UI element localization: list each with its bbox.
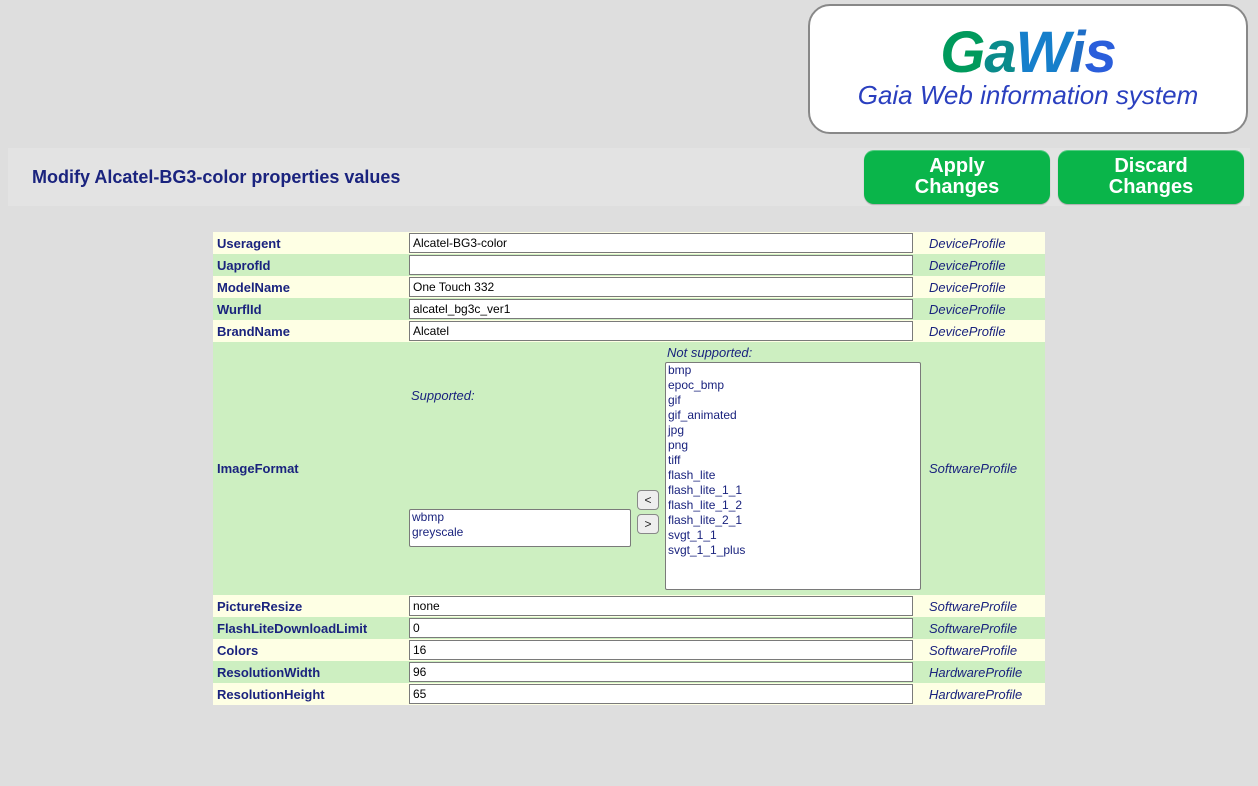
property-label: ModelName [213, 276, 405, 298]
property-row: WurflId DeviceProfile [213, 298, 1045, 320]
supported-label: Supported: [409, 388, 631, 403]
logo-char: W [1016, 24, 1070, 82]
logo-char: a [984, 24, 1015, 82]
property-label: Useragent [213, 232, 405, 254]
not-supported-list[interactable]: bmpepoc_bmpgifgif_animatedjpgpngtiffflas… [665, 362, 921, 590]
property-value-cell [405, 661, 925, 683]
property-value-cell [405, 595, 925, 617]
property-label: ResolutionWidth [213, 661, 405, 683]
not-supported-label: Not supported: [665, 345, 921, 360]
discard-changes-button[interactable]: Discard Changes [1058, 150, 1244, 204]
property-label: WurflId [213, 298, 405, 320]
property-category: SoftwareProfile [925, 617, 1045, 639]
logo-subtitle: Gaia Web information system [858, 80, 1199, 111]
property-label: UaprofId [213, 254, 405, 276]
property-row: PictureResize SoftwareProfile [213, 595, 1045, 617]
logo-wordmark: G a W i s [940, 24, 1116, 82]
logo-char: G [940, 24, 984, 82]
property-row: FlashLiteDownloadLimit SoftwareProfile [213, 617, 1045, 639]
properties-table: Useragent DeviceProfile UaprofId DeviceProf… [213, 232, 1045, 705]
move-left-button[interactable]: < [637, 490, 659, 510]
property-row: Colors SoftwareProfile [213, 639, 1045, 661]
property-value-cell [405, 232, 925, 254]
property-category: HardwareProfile [925, 683, 1045, 705]
property-row: ImageFormat Supported: wbmpgreyscale < > Not … [213, 342, 1045, 595]
property-label: ImageFormat [213, 342, 405, 595]
property-category: DeviceProfile [925, 320, 1045, 342]
property-row: ModelName DeviceProfile [213, 276, 1045, 298]
property-input[interactable] [409, 596, 913, 616]
property-input[interactable] [409, 233, 913, 253]
property-value-cell [405, 298, 925, 320]
property-value-cell [405, 254, 925, 276]
property-category: DeviceProfile [925, 232, 1045, 254]
property-row: UaprofId DeviceProfile [213, 254, 1045, 276]
property-input[interactable] [409, 662, 913, 682]
property-category: DeviceProfile [925, 298, 1045, 320]
property-row: ResolutionHeight HardwareProfile [213, 683, 1045, 705]
property-row: ResolutionWidth HardwareProfile [213, 661, 1045, 683]
property-category: HardwareProfile [925, 661, 1045, 683]
apply-changes-button[interactable]: Apply Changes [864, 150, 1050, 204]
property-input[interactable] [409, 684, 913, 704]
property-category: DeviceProfile [925, 254, 1045, 276]
property-label: Colors [213, 639, 405, 661]
property-input[interactable] [409, 618, 913, 638]
supported-list[interactable]: wbmpgreyscale [409, 509, 631, 547]
property-value-cell [405, 276, 925, 298]
logo-char: s [1085, 24, 1116, 82]
move-right-button[interactable]: > [637, 514, 659, 534]
property-row: BrandName DeviceProfile [213, 320, 1045, 342]
property-value-cell [405, 639, 925, 661]
property-category: DeviceProfile [925, 276, 1045, 298]
property-input[interactable] [409, 321, 913, 341]
property-input[interactable] [409, 299, 913, 319]
property-value-cell [405, 617, 925, 639]
property-value-cell [405, 683, 925, 705]
property-input[interactable] [409, 255, 913, 275]
property-row: Useragent DeviceProfile [213, 232, 1045, 254]
property-value-cell [405, 320, 925, 342]
page-title: Modify Alcatel-BG3-color properties valu… [32, 167, 856, 188]
property-label: PictureResize [213, 595, 405, 617]
property-label: ResolutionHeight [213, 683, 405, 705]
property-category: SoftwareProfile [925, 639, 1045, 661]
property-value-cell: Supported: wbmpgreyscale < > Not supported: b… [405, 342, 925, 595]
property-category: SoftwareProfile [925, 595, 1045, 617]
property-label: FlashLiteDownloadLimit [213, 617, 405, 639]
logo-panel: G a W i s Gaia Web information system [808, 4, 1248, 134]
property-input[interactable] [409, 640, 913, 660]
logo-char: i [1069, 24, 1084, 82]
property-input[interactable] [409, 277, 913, 297]
header-bar: Modify Alcatel-BG3-color properties valu… [8, 148, 1250, 206]
property-category: SoftwareProfile [925, 342, 1045, 595]
property-label: BrandName [213, 320, 405, 342]
